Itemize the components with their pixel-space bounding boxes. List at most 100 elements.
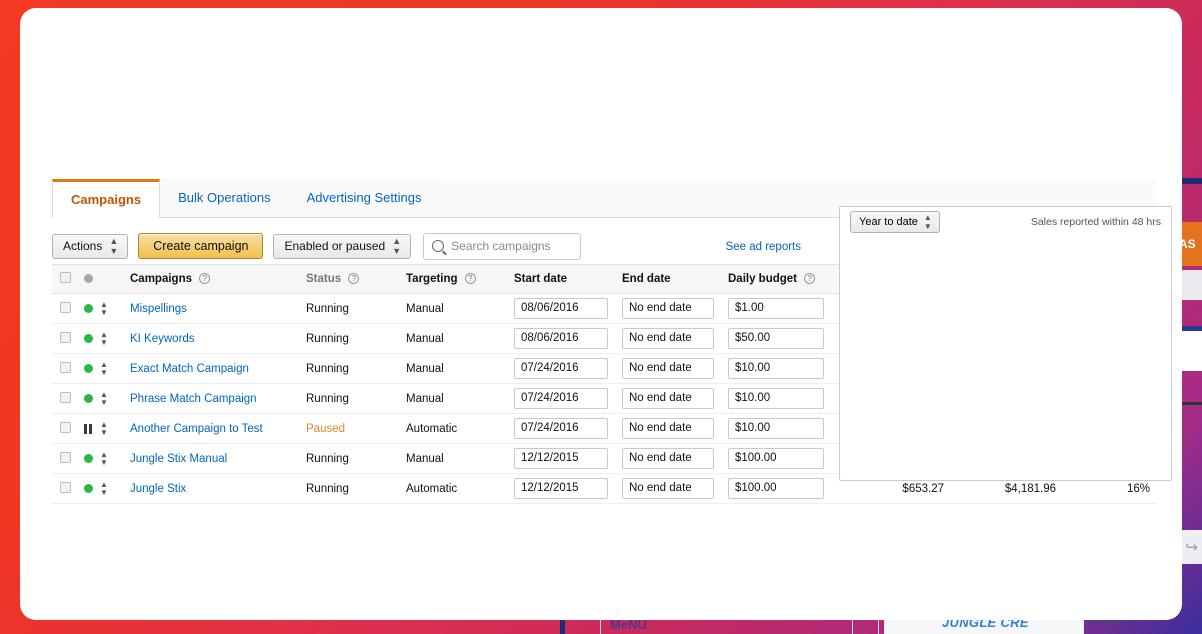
end-date-input[interactable]: No end date [622, 298, 714, 319]
campaigns-header[interactable]: Campaigns ? [124, 264, 300, 294]
row-state-cell[interactable]: ▲ ▼ [78, 413, 124, 444]
row-checkbox[interactable] [59, 481, 71, 493]
search-icon [432, 240, 445, 252]
create-campaign-button[interactable]: Create campaign [138, 233, 264, 259]
row-checkbox[interactable] [59, 361, 71, 373]
daily-budget-input[interactable]: $1.00 [728, 298, 824, 319]
row-state-cell[interactable]: ▲ ▼ [78, 293, 124, 324]
start-date-header[interactable]: Start date [508, 264, 616, 294]
end-date-input[interactable]: No end date [622, 448, 714, 469]
chevron-updown-icon[interactable]: ▲ ▼ [100, 390, 108, 407]
chevron-updown-icon[interactable]: ▲ ▼ [100, 360, 108, 377]
row-checkbox[interactable] [59, 421, 71, 433]
status-header-label: Status [306, 273, 342, 285]
start-date-input[interactable]: 12/12/2015 [514, 478, 608, 499]
end-date-input[interactable]: No end date [622, 418, 714, 439]
tab-bulk-operations-label: Bulk Operations [178, 190, 271, 205]
help-icon[interactable]: ? [199, 273, 211, 284]
campaign-name-link[interactable]: Phrase Match Campaign [130, 393, 257, 405]
row-select-cell [52, 323, 78, 354]
running-dot-icon [84, 334, 93, 343]
row-checkbox[interactable] [59, 451, 71, 463]
status-filter-label: Enabled or paused [284, 239, 386, 253]
chevron-updown-icon[interactable]: ▲ ▼ [100, 300, 108, 317]
chevron-updown-icon[interactable]: ▲ ▼ [100, 450, 108, 467]
help-icon[interactable]: ? [464, 273, 476, 284]
campaign-name-link[interactable]: Mispellings [130, 303, 187, 315]
row-state-cell[interactable]: ▲ ▼ [78, 323, 124, 354]
daily-budget-input[interactable]: $10.00 [728, 388, 824, 409]
help-icon[interactable]: ? [348, 273, 360, 284]
tab-advertising-settings-label: Advertising Settings [306, 190, 422, 205]
row-start-date-cell: 12/12/2015 [508, 473, 616, 504]
row-daily-budget-cell: $10.00 [722, 413, 838, 444]
row-state-cell[interactable]: ▲ ▼ [78, 443, 124, 474]
row-checkbox[interactable] [59, 331, 71, 343]
search-campaigns-field[interactable] [423, 232, 582, 260]
tab-bulk-operations[interactable]: Bulk Operations [160, 179, 289, 217]
state-indicator-icon [84, 274, 93, 284]
logout-icon: ↪ [1185, 539, 1198, 556]
start-date-input[interactable]: 12/12/2015 [514, 448, 608, 469]
status-header[interactable]: Status ? [300, 264, 400, 294]
campaign-name-link[interactable]: Another Campaign to Test [130, 423, 263, 435]
end-date-input[interactable]: No end date [622, 358, 714, 379]
campaigns-header-label: Campaigns [130, 273, 192, 285]
end-date-input[interactable]: No end date [622, 328, 714, 349]
start-date-input[interactable]: 07/24/2016 [514, 388, 608, 409]
row-daily-budget-cell: $100.00 [722, 443, 838, 474]
actions-button[interactable]: Actions ▲ ▼ [52, 233, 129, 259]
campaign-name-link[interactable]: Jungle Stix Manual [130, 453, 227, 465]
select-all-checkbox[interactable] [59, 272, 71, 283]
start-date-input[interactable]: 07/24/2016 [514, 358, 608, 379]
row-state-cell[interactable]: ▲ ▼ [78, 473, 124, 504]
row-daily-budget-cell: $10.00 [722, 353, 838, 384]
chevron-updown-icon[interactable]: ▲ ▼ [100, 480, 108, 497]
row-state-cell[interactable]: ▲ ▼ [78, 353, 124, 384]
row-targeting-cell: Manual [400, 323, 508, 354]
row-state-cell[interactable]: ▲ ▼ [78, 383, 124, 414]
daily-budget-input[interactable]: $10.00 [728, 358, 824, 379]
end-date-input[interactable]: No end date [622, 478, 714, 499]
create-campaign-label: Create campaign [153, 239, 249, 253]
row-campaign-name-cell: Phrase Match Campaign [124, 383, 300, 414]
campaign-name-link[interactable]: Jungle Stix [130, 483, 186, 495]
date-range-dropdown[interactable]: Year to date ▲ ▼ [850, 211, 940, 233]
daily-budget-input[interactable]: $100.00 [728, 478, 824, 499]
sales-reported-note: Sales reported within 48 hrs [1030, 216, 1161, 228]
row-checkbox[interactable] [59, 391, 71, 403]
row-targeting-cell: Automatic [400, 473, 508, 504]
start-date-input[interactable]: 08/06/2016 [514, 328, 608, 349]
row-start-date-cell: 07/24/2016 [508, 413, 616, 444]
targeting-header-label: Targeting [406, 273, 458, 285]
campaign-name-link[interactable]: KI Keywords [130, 333, 195, 345]
row-end-date-cell: No end date [616, 293, 722, 324]
targeting-header[interactable]: Targeting ? [400, 264, 508, 294]
end-date-header[interactable]: End date [616, 264, 722, 294]
row-targeting-cell: Automatic [400, 413, 508, 444]
running-dot-icon [84, 364, 93, 373]
chevron-updown-icon[interactable]: ▲ ▼ [100, 330, 108, 347]
row-status-cell: Running [300, 383, 400, 414]
end-date-input[interactable]: No end date [622, 388, 714, 409]
tab-campaigns[interactable]: Campaigns [52, 179, 161, 218]
start-date-input[interactable]: 07/24/2016 [514, 418, 608, 439]
status-filter-dropdown[interactable]: Enabled or paused ▲ ▼ [273, 233, 412, 259]
tab-advertising-settings[interactable]: Advertising Settings [288, 179, 440, 217]
row-campaign-name-cell: Jungle Stix [124, 473, 300, 504]
row-status-cell: Paused [300, 413, 400, 444]
help-icon[interactable]: ? [804, 273, 816, 284]
daily-budget-input[interactable]: $100.00 [728, 448, 824, 469]
chevron-updown-icon: ▲ ▼ [923, 213, 932, 231]
campaign-name-link[interactable]: Exact Match Campaign [130, 363, 249, 375]
daily-budget-input[interactable]: $50.00 [728, 328, 824, 349]
search-input[interactable] [451, 239, 573, 253]
row-checkbox[interactable] [59, 301, 71, 313]
daily-budget-input[interactable]: $10.00 [728, 418, 824, 439]
row-campaign-name-cell: Another Campaign to Test [124, 413, 300, 444]
see-ad-reports-link[interactable]: See ad reports [726, 241, 801, 253]
daily-budget-header[interactable]: Daily budget ? [722, 264, 838, 294]
chevron-updown-icon[interactable]: ▲ ▼ [100, 420, 108, 437]
start-date-input[interactable]: 08/06/2016 [514, 298, 608, 319]
row-select-cell [52, 473, 78, 504]
